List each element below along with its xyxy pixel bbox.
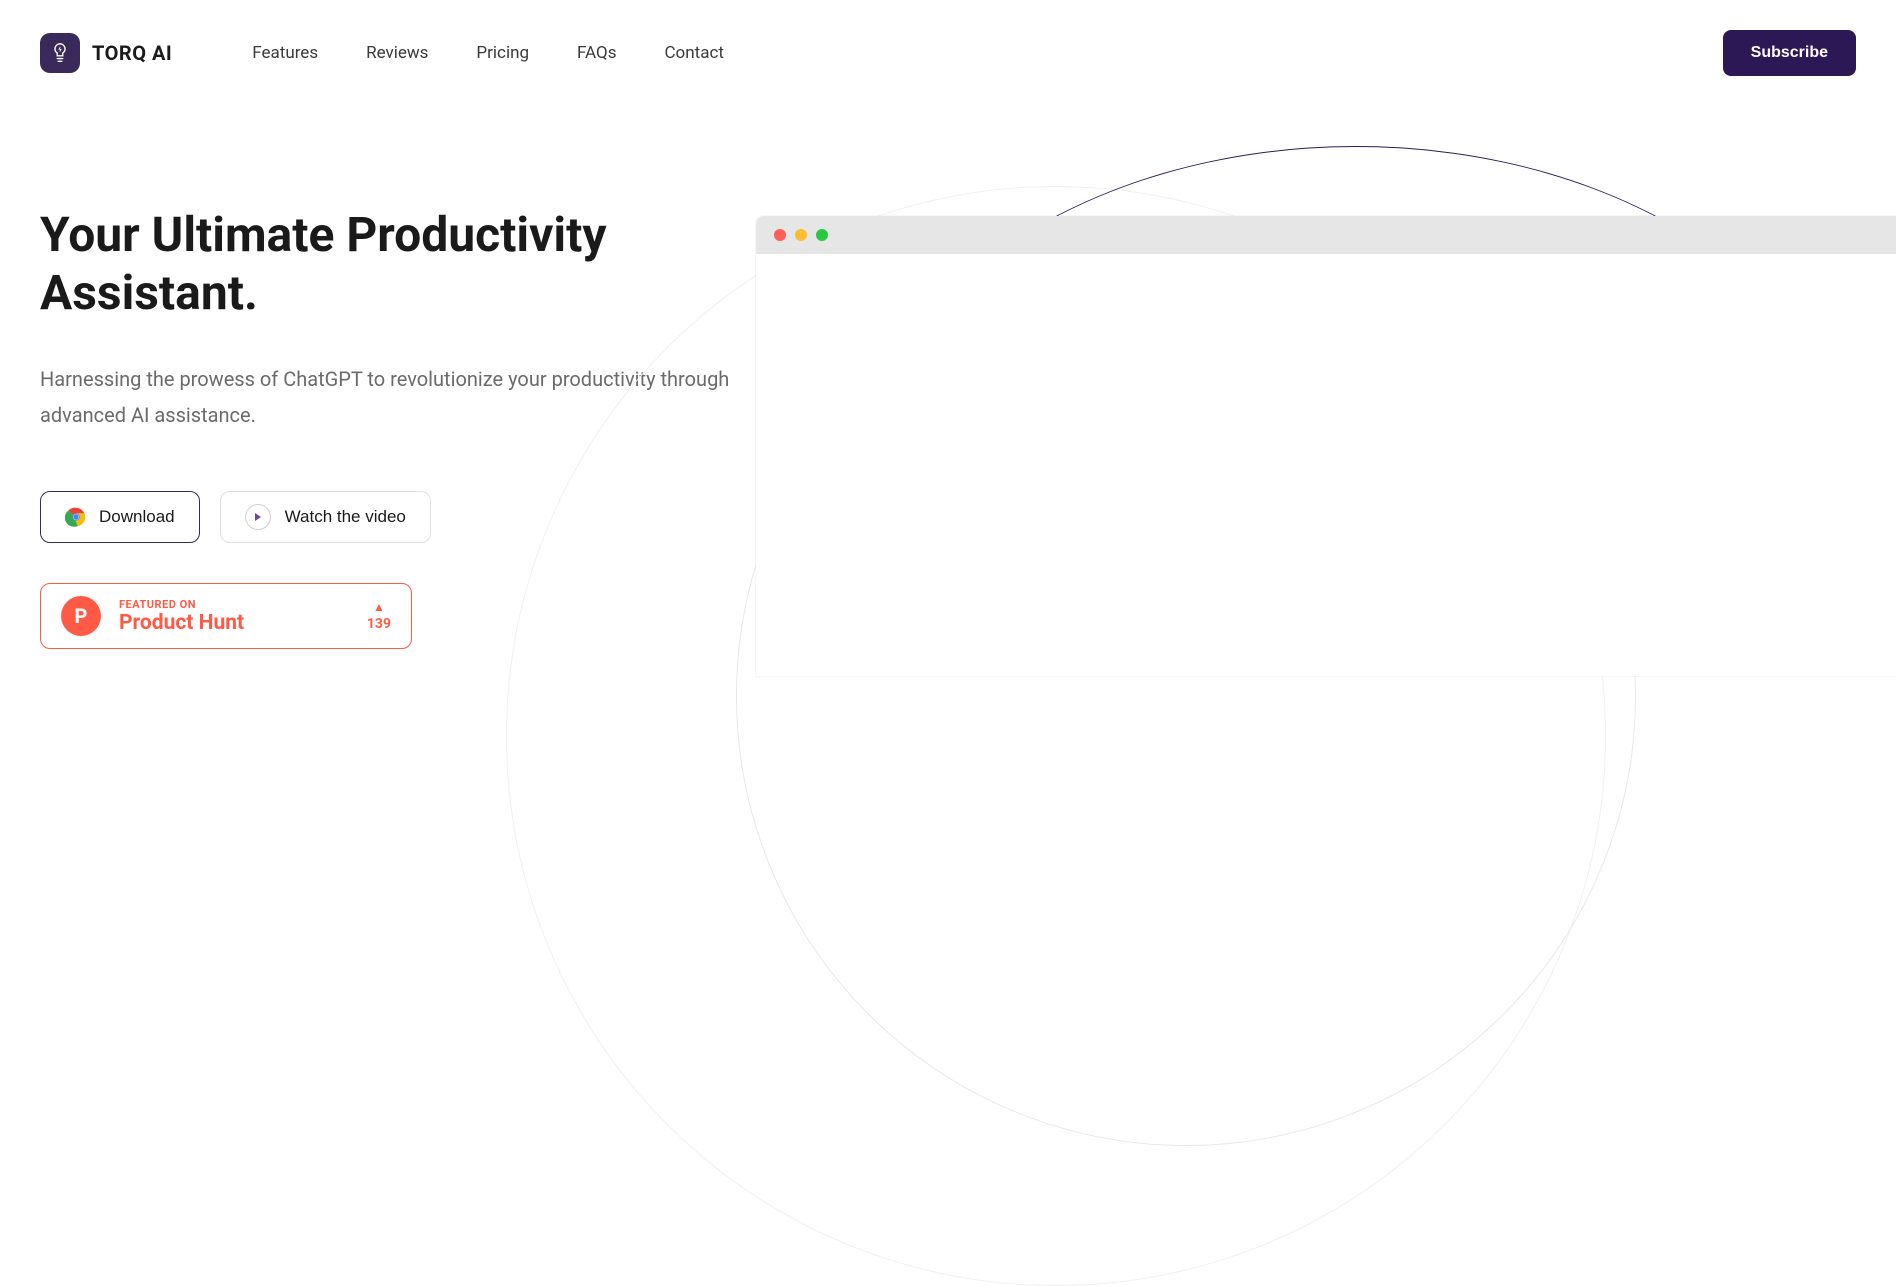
decorative-arc-dark [856,146,1856,846]
decorative-arc-light-1 [736,246,1636,1146]
browser-window-mockup [756,216,1896,676]
hero-buttons: Download Watch the video [40,491,780,543]
producthunt-featured-label: FEATURED ON [119,598,349,611]
window-minimize-icon [795,229,807,241]
hero-title: Your Ultimate Productivity Assistant. [40,206,780,321]
nav-item-contact[interactable]: Contact [664,43,723,63]
hero-subtitle: Harnessing the prowess of ChatGPT to rev… [40,361,740,433]
watch-video-button[interactable]: Watch the video [220,491,431,543]
producthunt-logo-icon: P [61,596,101,636]
producthunt-badge[interactable]: P FEATURED ON Product Hunt ▲ 139 [40,583,412,649]
nav-item-reviews[interactable]: Reviews [366,43,428,63]
watch-label: Watch the video [285,507,406,527]
window-maximize-icon [816,229,828,241]
nav-item-pricing[interactable]: Pricing [476,43,529,63]
nav-item-faqs[interactable]: FAQs [577,43,616,63]
upvote-arrow-icon: ▲ [373,600,385,614]
header: TORQ AI Features Reviews Pricing FAQs Co… [0,0,1896,106]
logo-section[interactable]: TORQ AI [40,33,172,73]
logo-icon [40,33,80,73]
subscribe-button[interactable]: Subscribe [1723,30,1856,76]
hero-left: Your Ultimate Productivity Assistant. Ha… [40,206,780,649]
producthunt-vote-count: 139 [367,616,391,632]
producthunt-votes: ▲ 139 [367,600,391,632]
download-label: Download [99,507,175,527]
hero-section: Your Ultimate Productivity Assistant. Ha… [0,206,1896,649]
chrome-icon [65,506,87,528]
download-button[interactable]: Download [40,491,200,543]
browser-header [756,216,1896,254]
nav-item-features[interactable]: Features [252,43,318,63]
main-nav: Features Reviews Pricing FAQs Contact [252,43,724,63]
producthunt-text: FEATURED ON Product Hunt [119,598,349,635]
producthunt-name: Product Hunt [119,611,349,635]
play-icon [245,504,271,530]
browser-body [756,254,1896,676]
logo-text: TORQ AI [92,41,172,65]
